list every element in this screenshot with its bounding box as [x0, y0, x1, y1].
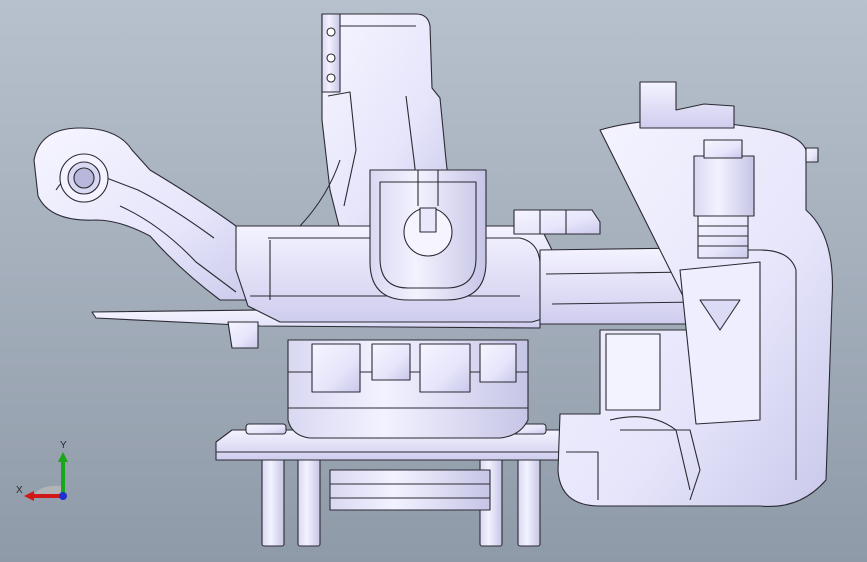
steering-knuckle-assembly-model[interactable] [0, 0, 867, 562]
3d-viewport[interactable]: X Y [0, 0, 867, 562]
hex-nut [513, 209, 601, 235]
control-arm-eye [33, 127, 269, 301]
caliper-pin [693, 139, 755, 259]
hub-bearing [287, 339, 529, 439]
y-axis-label: Y [60, 440, 67, 451]
coordinate-triad: X Y [14, 440, 74, 506]
wheel-studs [261, 457, 541, 547]
x-axis-label: X [16, 485, 23, 496]
strut-clamp [369, 169, 487, 301]
